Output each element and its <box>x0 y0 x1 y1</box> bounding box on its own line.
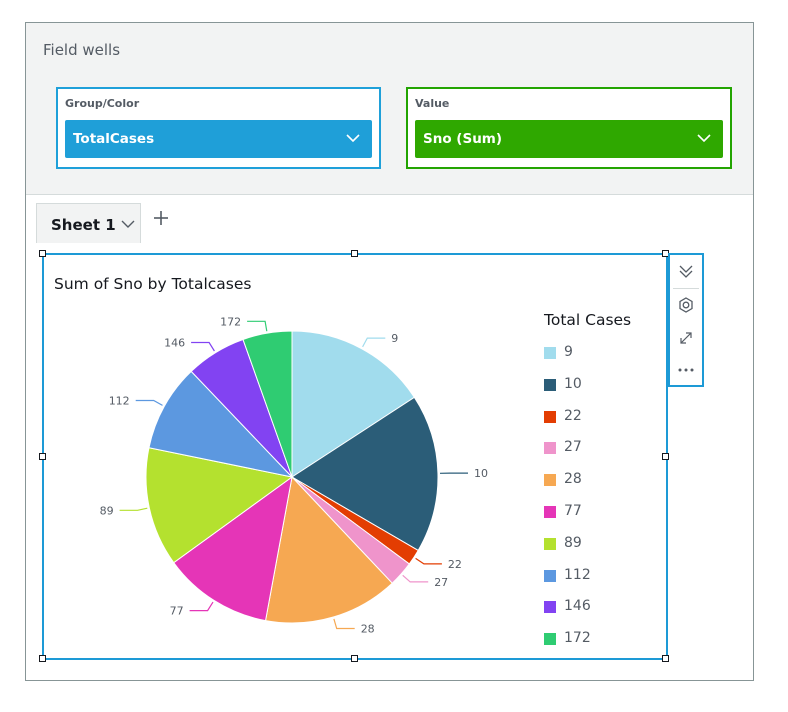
pie-leader-line-28 <box>333 618 355 630</box>
analysis-editor: Field wells Group/Color TotalCases Value… <box>25 22 754 681</box>
chevron-down-icon[interactable] <box>121 219 135 229</box>
group-color-field-value: TotalCases <box>73 131 155 147</box>
pie-data-label-89: 89 <box>100 504 114 517</box>
legend-swatch <box>544 506 556 518</box>
resize-handle-bottom-left[interactable] <box>39 655 46 662</box>
legend-swatch <box>544 378 556 391</box>
pie-leader-line-9 <box>362 337 386 348</box>
legend-swatch <box>544 347 556 359</box>
legend-swatch <box>544 474 556 487</box>
resize-handle-right[interactable] <box>662 453 669 460</box>
legend-title: Total Cases <box>544 311 632 329</box>
legend-label: 22 <box>564 407 582 424</box>
pie-leader-line-146 <box>191 341 215 352</box>
pie-chart: 9 10 2227 28 77 89 112 146 172 <box>100 315 488 636</box>
pie-leader-line-89 <box>119 507 148 511</box>
legend-label: 27 <box>564 439 582 456</box>
legend-label: 146 <box>564 598 591 615</box>
pie-data-label-22: 22 <box>448 558 462 571</box>
pie-leader-line-112 <box>135 399 163 406</box>
resize-handle-bottom-right[interactable] <box>662 655 669 662</box>
sheet-tab-bar: Sheet 1 <box>26 195 753 243</box>
legend: 9 10 22 27 28 77 89 112 146 172 <box>544 343 654 648</box>
pie-data-label-77: 77 <box>170 605 184 618</box>
pie-data-label-146: 146 <box>164 337 185 350</box>
menu-separator <box>673 288 699 289</box>
value-well: Value Sno (Sum) <box>406 87 732 169</box>
legend-label: 172 <box>564 630 591 647</box>
group-color-field-button[interactable]: TotalCases <box>65 120 372 158</box>
resize-handle-top-left[interactable] <box>39 250 46 257</box>
legend-swatch <box>544 537 556 550</box>
plus-icon[interactable] <box>153 210 169 226</box>
pie-data-label-112: 112 <box>109 395 130 408</box>
legend-label: 28 <box>564 471 582 488</box>
field-wells-title: Field wells <box>43 41 121 59</box>
visual-menu <box>668 253 704 387</box>
sheet-canvas: Sum of Sno by Totalcases 9 10 22 27 28 77 89 11… <box>26 243 753 680</box>
value-label: Value <box>415 97 450 110</box>
group-color-label: Group/Color <box>65 97 140 110</box>
expand-icon[interactable] <box>670 323 702 353</box>
value-field-value: Sno (Sum) <box>423 131 503 147</box>
pie-leader-line-172 <box>247 320 268 332</box>
group-color-well: Group/Color TotalCases <box>56 87 381 169</box>
pie-leader-line-22 <box>415 557 442 565</box>
legend-label: 10 <box>564 375 582 392</box>
legend-label: 77 <box>564 503 582 519</box>
legend-swatch <box>544 633 556 646</box>
tab-sheet-1[interactable]: Sheet 1 <box>36 203 141 243</box>
pie-data-label-27: 27 <box>434 576 448 589</box>
resize-handle-top[interactable] <box>351 250 358 257</box>
pie-data-label-10: 10 <box>474 467 488 480</box>
legend-label: 112 <box>564 566 591 583</box>
settings-gear-icon[interactable] <box>670 291 702 321</box>
legend-label: 89 <box>564 534 582 551</box>
value-field-button[interactable]: Sno (Sum) <box>415 120 723 158</box>
pie-chart-visual[interactable]: Sum of Sno by Totalcases 9 10 22 27 28 77 89 11… <box>39 250 669 662</box>
legend-label: 9 <box>564 344 573 360</box>
legend-swatch <box>544 442 556 455</box>
pie-leader-line-27 <box>402 574 429 583</box>
pie-data-label-9: 9 <box>391 332 398 345</box>
chevron-down-icon <box>697 134 711 143</box>
resize-handle-left[interactable] <box>39 453 46 460</box>
legend-swatch <box>544 569 556 582</box>
resize-handle-bottom[interactable] <box>351 655 358 662</box>
collapse-chevrons-icon[interactable] <box>670 257 702 287</box>
more-options-icon[interactable] <box>670 355 702 385</box>
pie-leader-line-77 <box>189 601 214 612</box>
pie-data-label-28: 28 <box>361 623 375 636</box>
tab-sheet-1-label: Sheet 1 <box>51 216 116 234</box>
legend-swatch <box>544 601 556 614</box>
legend-swatch <box>544 410 556 423</box>
chevron-down-icon <box>346 134 360 143</box>
pie-data-label-172: 172 <box>220 315 241 328</box>
